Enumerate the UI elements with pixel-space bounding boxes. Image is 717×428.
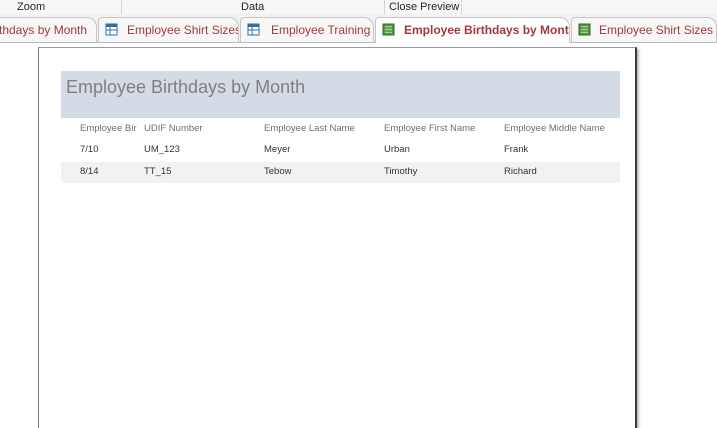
ribbon-separator (384, 0, 385, 14)
cell-middle-name: Richard (504, 166, 537, 177)
document-tabs: thdays by Month Employee Shirt Sizes Emp… (0, 14, 717, 43)
report-page: Employee Birthdays by Month Employee Bir… (38, 47, 637, 428)
cell-last-name: Meyer (264, 144, 291, 155)
ribbon-group-labels: Zoom Data Close Preview (0, 0, 717, 15)
column-header-middle-name: Employee Middle Name (504, 123, 605, 134)
table-row: 8/14 TT_15 Tebow Timothy Richard (61, 162, 620, 183)
tab-label: Employee Shirt Sizes (599, 23, 714, 37)
tab-label: Employee Shirt Sizes (127, 23, 239, 37)
tab-label: thdays by Month (0, 23, 88, 37)
report-icon (382, 23, 395, 36)
report-header: Employee Birthdays by Month (61, 71, 620, 118)
column-header-first-name: Employee First Name (384, 123, 476, 134)
ribbon-group-data: Data (241, 1, 265, 13)
cell-first-name: Timothy (384, 166, 418, 177)
column-header-last-name: Employee Last Name (264, 123, 355, 134)
ribbon-group-close-preview: Close Preview (389, 1, 460, 13)
tab-employee-birthdays-by-month-partial[interactable]: thdays by Month (0, 17, 97, 42)
tab-label: Employee Birthdays by Month (404, 23, 570, 37)
column-header-udif-number: UDIF Number (144, 123, 203, 134)
ribbon-separator (461, 0, 462, 14)
cell-first-name: Urban (384, 144, 410, 155)
query-icon (247, 23, 260, 36)
cell-last-name: Tebow (264, 166, 292, 177)
cell-middle-name: Frank (504, 144, 529, 155)
cell-udif-number: UM_123 (144, 144, 180, 155)
column-header-employee-birthday: Employee Bir (80, 123, 137, 134)
tab-employee-shirt-sizes-query[interactable]: Employee Shirt Sizes (98, 17, 239, 42)
cell-birthday: 7/10 (80, 144, 99, 155)
ribbon-separator (121, 0, 122, 14)
ribbon-group-zoom: Zoom (17, 1, 46, 13)
tab-label: Employee Training (271, 23, 371, 37)
query-icon (105, 23, 118, 36)
cell-udif-number: TT_15 (144, 166, 172, 177)
report-title: Employee Birthdays by Month (66, 77, 306, 97)
tab-employee-birthdays-by-month[interactable]: Employee Birthdays by Month (375, 17, 570, 43)
table-row: 7/10 UM_123 Meyer Urban Frank (61, 140, 620, 161)
tab-employee-training-query[interactable]: Employee Training (240, 17, 374, 42)
tab-employee-shirt-sizes-report[interactable]: Employee Shirt Sizes (571, 17, 717, 42)
report-icon (578, 23, 591, 36)
cell-birthday: 8/14 (80, 166, 99, 177)
